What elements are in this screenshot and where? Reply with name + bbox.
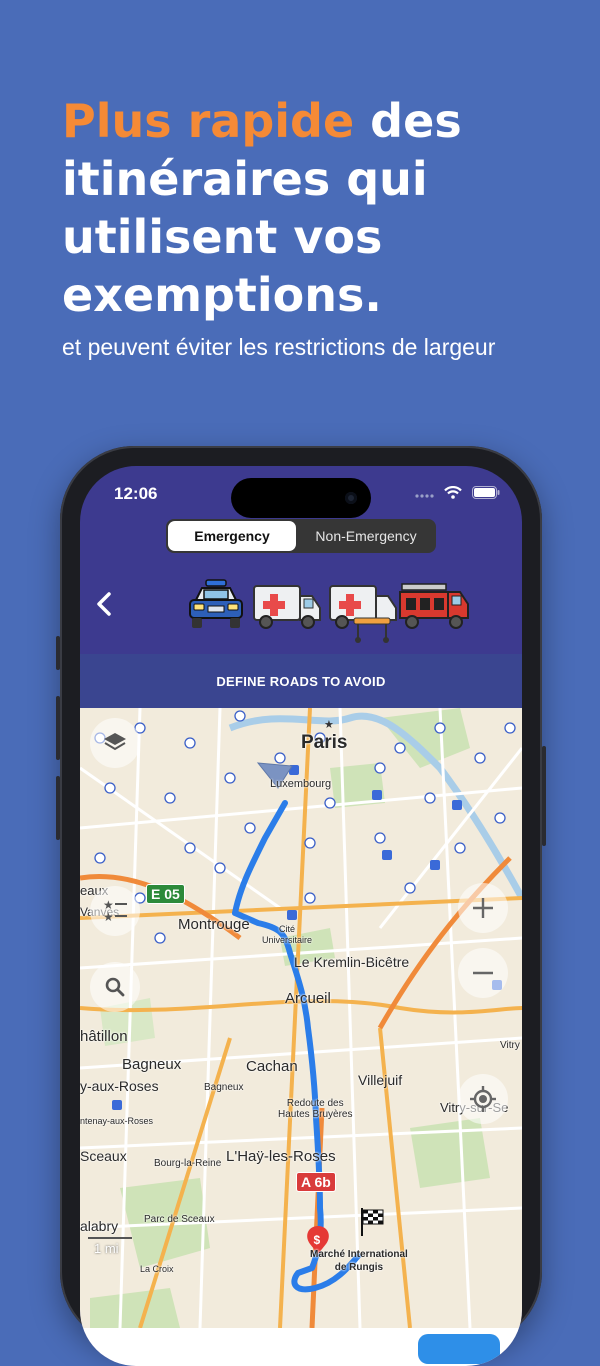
phone-screen: 12:06 Emergency Non-Emergency DEFINE ROA… xyxy=(80,466,522,1366)
map-label-cite-universitaire: Cité Universitaire xyxy=(262,924,313,945)
vehicle-selector xyxy=(186,578,476,646)
map-label-vitry-small: Vitry xyxy=(500,1040,520,1051)
map-label-parc-de-sceaux: Parc de Sceaux xyxy=(144,1214,215,1225)
map-label-villejuif: Villejuif xyxy=(358,1072,403,1088)
headline-accent: Plus rapide xyxy=(62,94,355,148)
map-label-cachan: Cachan xyxy=(246,1058,298,1075)
subheadline: et peuvent éviter les restrictions de la… xyxy=(62,334,496,360)
headline-line4: exemptions. xyxy=(62,268,382,322)
map-base: ★ $ xyxy=(80,708,522,1328)
layers-icon xyxy=(104,733,126,751)
route-options-icon: ★ ★ xyxy=(103,898,127,924)
map-label-arcueil: Arcueil xyxy=(285,990,331,1007)
search-icon xyxy=(105,977,125,997)
cellular-signal-icon xyxy=(415,493,434,498)
phone-mute-switch xyxy=(56,636,60,670)
map-label-lhay-les-roses: L'Haÿ-les-Roses xyxy=(226,1148,336,1165)
define-roads-to-avoid-button[interactable]: DEFINE ROADS TO AVOID xyxy=(80,654,522,708)
zoom-out-icon xyxy=(473,971,493,975)
layers-button[interactable] xyxy=(90,718,140,768)
map-label-malabry: alabry xyxy=(80,1218,119,1234)
phone-power-button xyxy=(542,746,546,846)
ambulance-icon[interactable] xyxy=(252,578,322,634)
locate-button[interactable] xyxy=(458,1074,508,1124)
destination-flag-icon xyxy=(361,1208,384,1236)
map-label-rungis: Marché International de Rungis xyxy=(310,1249,408,1273)
paris-star-icon: ★ xyxy=(324,719,334,731)
search-button[interactable] xyxy=(90,962,140,1012)
status-bar: 12:06 xyxy=(80,466,522,518)
svg-text:★: ★ xyxy=(103,910,114,924)
route-options-button[interactable]: ★ ★ xyxy=(90,886,140,936)
headline: Plus rapide des itinéraires qui utilisen… xyxy=(62,92,582,324)
map-label-montrouge: Montrouge xyxy=(178,916,250,933)
map-label-kremlin-bicetre: Le Kremlin-Bicêtre xyxy=(294,954,410,970)
map-scale-label: 1 mi xyxy=(94,1241,119,1256)
mode-toggle: Emergency Non-Emergency xyxy=(166,519,436,553)
battery-icon xyxy=(472,486,500,499)
map-label-bagneux: Bagneux xyxy=(122,1056,182,1073)
dynamic-island xyxy=(231,478,371,518)
map-label-bagneux-small: Bagneux xyxy=(204,1082,244,1093)
police-car-icon[interactable] xyxy=(186,578,246,634)
map-label-redoute: Redoute des Hautes Bruyères xyxy=(278,1098,353,1120)
headline-line1-rest: des xyxy=(354,94,462,148)
phone-frame: 12:06 Emergency Non-Emergency DEFINE ROA… xyxy=(56,446,546,1366)
locate-icon xyxy=(470,1086,496,1112)
zoom-out-button[interactable] xyxy=(458,948,508,998)
fire-truck-icon[interactable] xyxy=(398,578,470,634)
wifi-icon xyxy=(444,486,462,499)
map-label-la-croix: La Croix xyxy=(140,1264,174,1274)
phone-volume-up xyxy=(56,696,60,760)
back-chevron-icon[interactable] xyxy=(94,590,114,626)
zoom-in-button[interactable] xyxy=(458,883,508,933)
map-label-sceaux: Sceaux xyxy=(80,1148,127,1164)
start-button[interactable] xyxy=(418,1334,500,1364)
mode-non-emergency-tab[interactable]: Non-Emergency xyxy=(298,521,434,551)
zoom-in-icon xyxy=(473,898,493,918)
status-time: 12:06 xyxy=(114,484,158,503)
road-shield-a6b: A 6b xyxy=(296,1172,336,1192)
map-view[interactable]: ★ $ Paris Luxembourg eaux Montrouge Cité… xyxy=(80,708,522,1328)
map-label-bourg-la-reine: Bourg-la-Reine xyxy=(154,1158,222,1169)
map-label-fontenay-aux-roses: y-aux-Roses xyxy=(80,1078,159,1094)
ambulance-stretcher-icon[interactable] xyxy=(328,578,398,644)
mode-emergency-tab[interactable]: Emergency xyxy=(168,521,296,551)
headline-line3: utilisent vos xyxy=(62,210,383,264)
map-label-luxembourg: Luxembourg xyxy=(270,778,332,790)
bottom-sheet xyxy=(80,1328,522,1366)
map-label-fontenay-small: ntenay-aux-Roses xyxy=(80,1116,154,1126)
headline-line2: itinéraires qui xyxy=(62,152,428,206)
camera-icon xyxy=(345,492,357,504)
map-label-chatillon: hâtillon xyxy=(80,1028,128,1045)
road-shield-e05: E 05 xyxy=(146,884,185,904)
map-label-paris: Paris xyxy=(301,732,348,753)
svg-text:$: $ xyxy=(314,1233,321,1247)
phone-volume-down xyxy=(56,776,60,840)
